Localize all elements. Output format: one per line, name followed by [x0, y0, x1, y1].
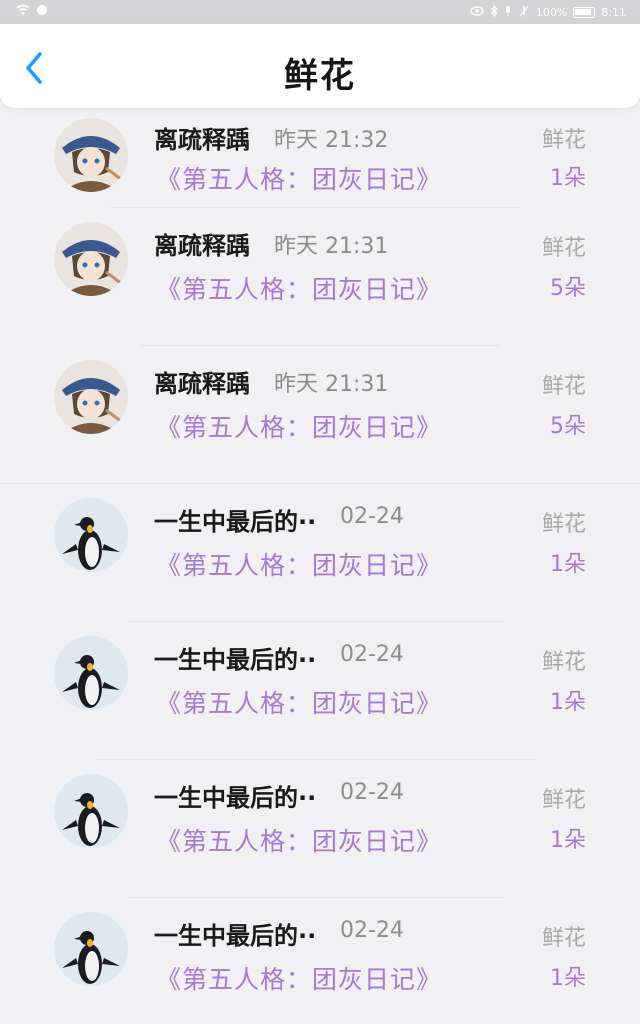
book-title[interactable]: 《第五人格：团灰日记》 [156, 546, 442, 582]
gift-type-label: 鲜花 [541, 926, 586, 951]
gift-type-label: 鲜花 [541, 374, 586, 399]
penguin-avatar-icon [54, 774, 128, 848]
penguin-avatar-icon [54, 498, 128, 572]
notification-icon [36, 4, 48, 19]
gift-count: 1朵 [550, 166, 586, 191]
avatar[interactable] [54, 360, 128, 434]
avatar[interactable] [54, 498, 128, 572]
gift-list: 离疏释踽 昨天 21:32 《第五人格：团灰日记》 鲜花 1朵 离疏释踽 昨天 … [0, 110, 640, 1024]
book-title[interactable]: 《第五人格：团灰日记》 [156, 408, 442, 444]
sender-name: 离疏释踽 [154, 232, 250, 260]
gift-count: 1朵 [550, 828, 586, 853]
gift-time: 02-24 [340, 780, 404, 805]
book-title[interactable]: 《第五人格：团灰日记》 [156, 684, 442, 720]
sender-name: 离疏释踽 [154, 370, 250, 398]
list-item[interactable]: 离疏释踽 昨天 21:31 《第五人格：团灰日记》 鲜花 5朵 [0, 346, 640, 484]
gift-count: 1朵 [550, 690, 586, 715]
eye-icon [470, 6, 484, 19]
gift-type-label: 鲜花 [541, 236, 586, 261]
gift-type-label: 鲜花 [541, 788, 586, 813]
gift-time: 昨天 21:31 [274, 234, 389, 259]
sender-name: 一生中最后的·· [154, 922, 317, 950]
gift-time: 02-24 [340, 504, 404, 529]
gift-type-label: 鲜花 [541, 650, 586, 675]
book-title[interactable]: 《第五人格：团灰日记》 [156, 822, 442, 858]
list-item[interactable]: 离疏释踽 昨天 21:32 《第五人格：团灰日记》 鲜花 1朵 [0, 110, 640, 208]
avatar[interactable] [54, 912, 128, 986]
battery-percent: 100% [535, 6, 568, 19]
gift-count: 1朵 [550, 552, 586, 577]
anime-girl-avatar-icon [54, 360, 128, 434]
avatar[interactable] [54, 774, 128, 848]
book-title[interactable]: 《第五人格：团灰日记》 [156, 270, 442, 306]
list-item[interactable]: 一生中最后的·· 02-24 《第五人格：团灰日记》 鲜花 1朵 [0, 622, 640, 760]
gift-count: 1朵 [550, 966, 586, 991]
header-bar: 鲜花 [0, 24, 640, 108]
list-item[interactable]: 一生中最后的·· 02-24 《第五人格：团灰日记》 鲜花 1朵 [0, 898, 640, 1024]
status-bar: 100% 8:11 [0, 0, 640, 24]
anime-girl-avatar-icon [54, 118, 128, 192]
gift-time: 昨天 21:31 [274, 372, 389, 397]
status-left [16, 4, 48, 19]
mic-icon [504, 5, 512, 20]
avatar[interactable] [54, 118, 128, 192]
gift-count: 5朵 [550, 414, 586, 439]
gift-time: 02-24 [340, 642, 404, 667]
anime-girl-avatar-icon [54, 222, 128, 296]
book-title[interactable]: 《第五人格：团灰日记》 [156, 160, 442, 196]
gift-type-label: 鲜花 [541, 128, 586, 153]
wifi-icon [16, 4, 30, 19]
bluetooth-icon [490, 4, 498, 20]
sender-name: 一生中最后的·· [154, 508, 317, 536]
avatar[interactable] [54, 222, 128, 296]
list-item[interactable]: 一生中最后的·· 02-24 《第五人格：团灰日记》 鲜花 1朵 [0, 760, 640, 898]
sender-name: 一生中最后的·· [154, 784, 317, 812]
sender-name: 一生中最后的·· [154, 646, 317, 674]
battery-icon [573, 7, 596, 18]
page-title: 鲜花 [284, 56, 356, 96]
clock: 8:11 [601, 6, 626, 19]
penguin-avatar-icon [54, 912, 128, 986]
list-item[interactable]: 离疏释踽 昨天 21:31 《第五人格：团灰日记》 鲜花 5朵 [0, 208, 640, 346]
list-item[interactable]: 一生中最后的·· 02-24 《第五人格：团灰日记》 鲜花 1朵 [0, 484, 640, 622]
status-right: 100% 8:11 [470, 4, 626, 20]
avatar[interactable] [54, 636, 128, 710]
mute-icon [518, 5, 530, 20]
penguin-avatar-icon [54, 636, 128, 710]
gift-time: 昨天 21:32 [274, 128, 389, 153]
gift-type-label: 鲜花 [541, 512, 586, 537]
gift-time: 02-24 [340, 918, 404, 943]
sender-name: 离疏释踽 [154, 126, 250, 154]
gift-count: 5朵 [550, 276, 586, 301]
book-title[interactable]: 《第五人格：团灰日记》 [156, 960, 442, 996]
